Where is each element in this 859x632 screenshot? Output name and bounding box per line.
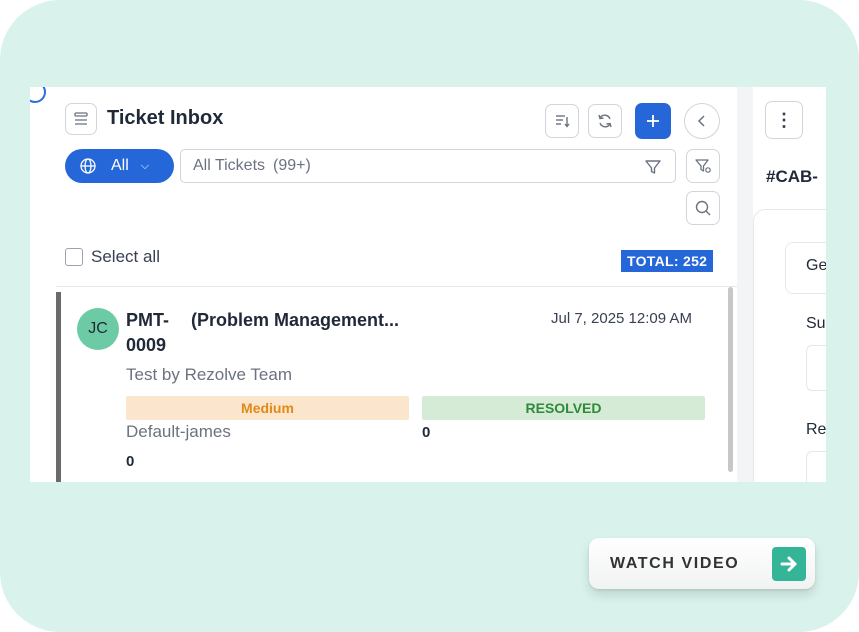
count-value: 0	[126, 453, 135, 470]
add-ticket-button[interactable]	[635, 103, 671, 139]
page-title: Ticket Inbox	[107, 107, 224, 129]
plus-icon	[647, 115, 659, 127]
field-label: Re	[806, 421, 826, 438]
scope-label: All	[111, 157, 129, 174]
detail-clip: Ge Su Re	[753, 87, 826, 482]
watch-video-label: WATCH VIDEO	[610, 555, 740, 572]
checkbox[interactable]	[65, 248, 83, 266]
watch-video-button[interactable]: WATCH VIDEO	[589, 538, 815, 589]
scrollbar[interactable]	[728, 287, 733, 472]
assignment-group: Default-james	[126, 422, 231, 441]
view-name: All Tickets	[193, 157, 266, 174]
ticket-card[interactable]: JC PMT-0009 (Problem Management... Jul 7…	[56, 292, 730, 482]
refresh-button[interactable]	[588, 104, 622, 138]
ticket-id[interactable]: PMT-0009	[126, 308, 186, 358]
refresh-icon	[598, 114, 612, 128]
count-value: 0	[422, 424, 431, 441]
pane-divider[interactable]	[737, 87, 753, 482]
scope-dropdown[interactable]: All ⌵	[65, 149, 174, 183]
tab-general[interactable]: Ge	[785, 242, 826, 294]
view-count: (99+)	[273, 157, 311, 174]
ticket-description: Test by Rezolve Team	[126, 365, 292, 384]
arrow-right-icon	[772, 547, 806, 581]
selection-handle	[30, 87, 46, 103]
field-input[interactable]	[806, 345, 826, 391]
promo-card: Ticket Inbox All ⌵ All Tickets (99+) Sel…	[0, 0, 859, 632]
advanced-filter-button[interactable]	[686, 149, 720, 183]
filter-settings-icon	[695, 159, 711, 173]
chevron-down-icon: ⌵	[140, 159, 150, 172]
divider	[56, 286, 737, 287]
select-all-checkbox[interactable]: Select all	[65, 247, 160, 267]
select-all-label: Select all	[91, 247, 160, 266]
total-badge: TOTAL: 252	[621, 250, 714, 272]
chevron-left-icon	[697, 115, 705, 127]
filter-icon[interactable]	[643, 157, 663, 177]
field-label: Su	[806, 315, 826, 332]
search-icon	[695, 200, 711, 216]
field-input[interactable]	[806, 451, 826, 482]
ticket-title[interactable]: (Problem Management...	[191, 308, 399, 333]
screenshot-frame: Ticket Inbox All ⌵ All Tickets (99+) Sel…	[30, 87, 826, 482]
priority-badge: Medium	[126, 396, 409, 420]
sort-button[interactable]	[545, 104, 579, 138]
ticket-date: Jul 7, 2025 12:09 AM	[551, 310, 692, 327]
sort-icon	[556, 115, 570, 128]
status-badge: RESOLVED	[422, 396, 705, 420]
list-icon[interactable]	[65, 103, 97, 135]
collapse-button[interactable]	[684, 103, 720, 139]
ticket-view-selector[interactable]: All Tickets (99+)	[180, 149, 676, 183]
search-button[interactable]	[686, 191, 720, 225]
globe-icon	[80, 158, 96, 174]
avatar: JC	[77, 308, 119, 350]
ticket-inbox-panel: Ticket Inbox All ⌵ All Tickets (99+) Sel…	[30, 87, 737, 482]
